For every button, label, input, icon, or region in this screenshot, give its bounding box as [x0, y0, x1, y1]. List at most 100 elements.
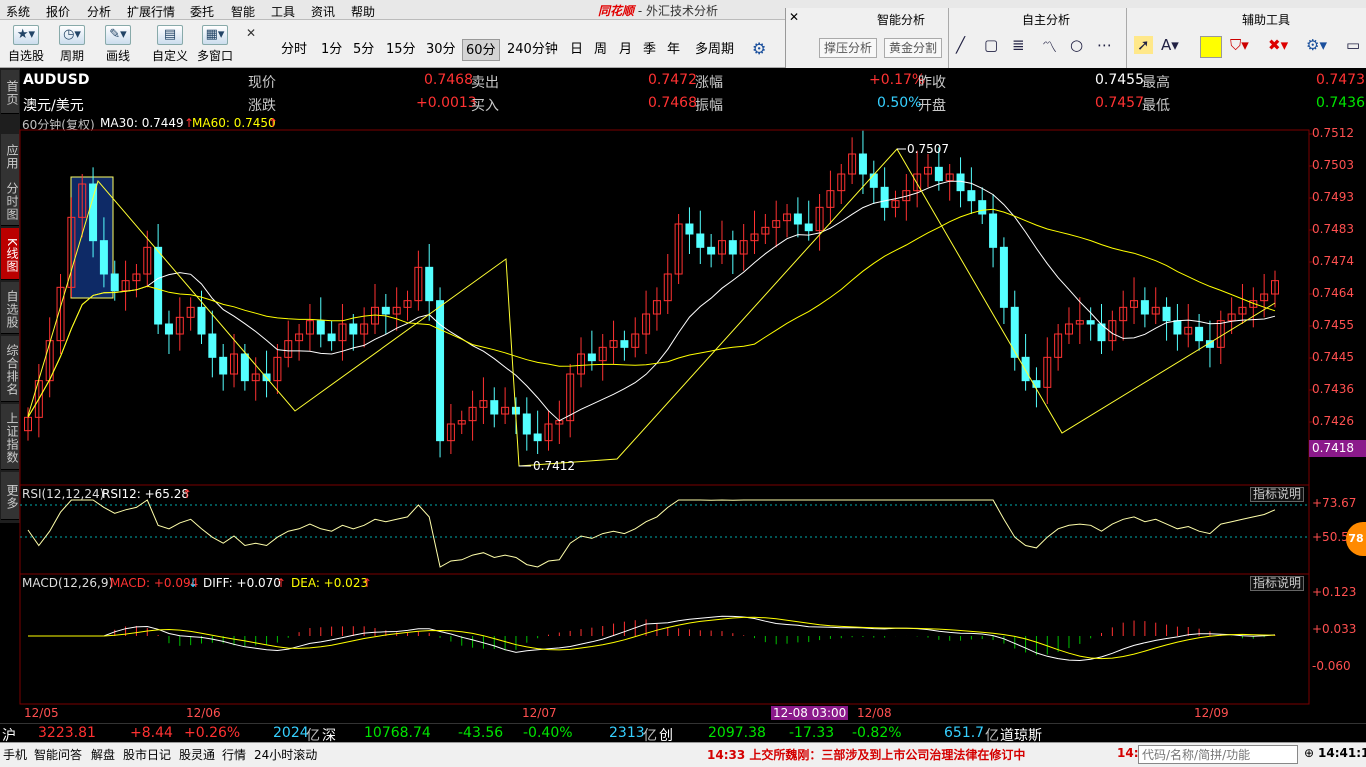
- candle-body: [620, 340, 629, 348]
- candle-body: [381, 306, 390, 315]
- rsi-label: RSI(12,12,24): [22, 487, 105, 501]
- candle-body: [978, 200, 987, 215]
- macd-y-tick: +0.123: [1312, 585, 1357, 599]
- cy-value: 2097.38: [708, 725, 766, 741]
- candle-body: [89, 183, 98, 242]
- candle-body: [989, 213, 998, 248]
- diff-line: [28, 615, 1276, 662]
- lingtong-link[interactable]: 股灵通: [179, 746, 215, 763]
- macd-label: MACD(12,26,9): [22, 576, 114, 590]
- x-date: 12/08: [857, 706, 892, 720]
- candle-body: [1173, 320, 1182, 335]
- cy-pct: -0.82%: [852, 725, 902, 741]
- x-date: 12/09: [1194, 706, 1229, 720]
- ma30-line: [27, 180, 1276, 422]
- cy-volume: 651.7: [944, 725, 985, 741]
- macd-value: MACD: +0.094: [110, 576, 199, 590]
- candle-body: [1140, 300, 1149, 315]
- candle-body: [219, 356, 228, 375]
- ma60-line: [27, 208, 1276, 418]
- candle-body: [793, 213, 802, 225]
- sz-change: -43.56: [458, 725, 504, 741]
- sz-value: 10768.74: [364, 725, 431, 741]
- candle-body: [197, 306, 206, 335]
- current-price-marker: 0.7418: [1309, 440, 1366, 457]
- dea-up-arrow-icon: ↑: [362, 576, 373, 590]
- market-link[interactable]: 行情: [222, 746, 246, 763]
- rsi-up-arrow-icon: ↑: [182, 487, 193, 501]
- y-tick: 0.7445: [1312, 350, 1354, 364]
- y-tick: 0.7474: [1312, 254, 1354, 268]
- candle-body: [869, 173, 878, 188]
- candle-body: [533, 433, 542, 442]
- main-chart-frame: [19, 129, 1310, 486]
- candle-body: [956, 173, 965, 192]
- clock: 14:41:10: [1318, 746, 1366, 760]
- candle-body: [967, 190, 976, 202]
- y-tick: 0.7483: [1312, 222, 1354, 236]
- y-tick: 0.7436: [1312, 382, 1354, 396]
- candle-body: [1010, 306, 1019, 358]
- rsi-help-button[interactable]: 指标说明: [1250, 487, 1304, 502]
- diff-up-arrow-icon: ↑: [276, 576, 287, 590]
- candle-body: [587, 353, 596, 362]
- sh-volume: 2024: [273, 725, 309, 741]
- candle-body: [858, 153, 867, 175]
- candle-body: [707, 246, 716, 255]
- candle-body: [327, 333, 336, 342]
- analysis-link[interactable]: 解盘: [91, 746, 115, 763]
- candle-body: [110, 273, 119, 292]
- candle-body: [99, 240, 108, 275]
- search-input[interactable]: [1138, 745, 1298, 764]
- candle-body: [728, 240, 737, 255]
- search-prefix: 14:: [1117, 746, 1139, 760]
- smart-qa-link[interactable]: 智能问答: [34, 746, 82, 763]
- diff-value: DIFF: +0.070: [203, 576, 281, 590]
- peak-price-label: 0.7507: [907, 142, 949, 156]
- rsi-line: [27, 499, 1276, 568]
- candle-body: [522, 413, 531, 435]
- candle-body: [1086, 320, 1095, 325]
- diary-link[interactable]: 股市日记: [123, 746, 171, 763]
- candle-body: [208, 333, 217, 358]
- dea-value: DEA: +0.023: [291, 576, 369, 590]
- search-icon[interactable]: ⊕: [1304, 746, 1314, 760]
- x-date: 12/07: [522, 706, 557, 720]
- y-tick: 0.7493: [1312, 190, 1354, 204]
- candle-body: [164, 323, 173, 335]
- candle-body: [154, 246, 163, 325]
- macd-help-button[interactable]: 指标说明: [1250, 576, 1304, 591]
- rsi-value: RSI12: +65.28: [102, 487, 190, 501]
- candle-body: [685, 223, 694, 235]
- rsi-frame: [19, 484, 1310, 575]
- x-date: 12/05: [24, 706, 59, 720]
- candle-body: [804, 223, 813, 232]
- candle-body: [490, 400, 499, 415]
- status-bar: 手机 智能问答 解盘 股市日记 股灵通 行情 24小时滚动 14:33 上交所魏…: [0, 742, 1366, 767]
- sh-value: 3223.81: [38, 725, 96, 741]
- kline-chart[interactable]: [0, 0, 1366, 767]
- mobile-link[interactable]: 手机: [3, 746, 27, 763]
- y-tick: 0.7503: [1312, 158, 1354, 172]
- rsi-y-tick: +73.67: [1312, 496, 1357, 510]
- sh-change: +8.44: [130, 725, 173, 741]
- cursor-date-marker: 12-08 03:00: [771, 706, 849, 720]
- candle-body: [1021, 356, 1030, 382]
- y-tick: 0.7426: [1312, 414, 1354, 428]
- rolling-news-link[interactable]: 24小时滚动: [254, 746, 317, 763]
- y-tick: 0.7455: [1312, 318, 1354, 332]
- cy-change: -17.33: [789, 725, 835, 741]
- y-tick: 0.7464: [1312, 286, 1354, 300]
- news-ticker[interactable]: 14:33 上交所魏刚：三部涉及到上市公司治理法律在修订中: [707, 746, 1025, 763]
- sz-pct: -0.40%: [523, 725, 573, 741]
- macd-down-arrow-icon: ↓: [188, 576, 199, 590]
- y-tick: 0.7512: [1312, 126, 1354, 140]
- candle-body: [316, 320, 325, 335]
- trough-price-label: 0.7412: [533, 459, 575, 473]
- candle-body: [999, 246, 1008, 308]
- candle-body: [425, 266, 434, 302]
- candle-body: [349, 323, 358, 335]
- candle-body: [1195, 326, 1204, 342]
- macd-y-tick: +0.033: [1312, 622, 1357, 636]
- candle-body: [880, 186, 889, 208]
